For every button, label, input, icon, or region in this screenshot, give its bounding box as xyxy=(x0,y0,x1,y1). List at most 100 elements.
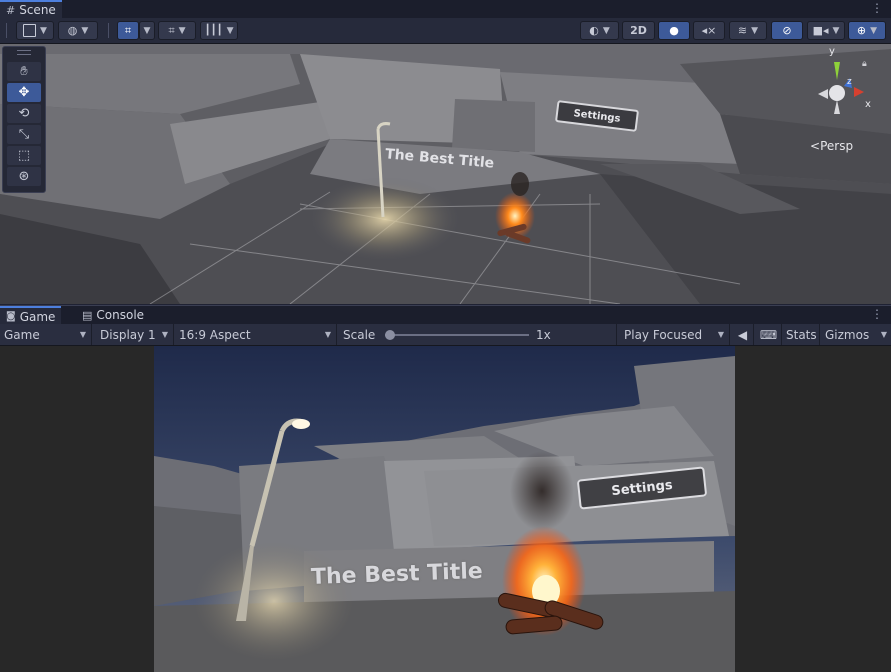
audio-muted-icon: ◂× xyxy=(701,24,717,37)
tab-console-label: Console xyxy=(96,308,145,322)
rect-icon: ⬚ xyxy=(17,148,31,163)
grid-icon: # xyxy=(6,3,16,17)
scale-tool[interactable]: ⤡ xyxy=(7,125,41,144)
transform-tool[interactable]: ⊛ xyxy=(7,167,41,186)
gizmo-z-label: z xyxy=(847,77,852,87)
game-render xyxy=(154,346,735,672)
stats-toggle[interactable]: Stats xyxy=(782,324,820,345)
persp-label-text: Persp xyxy=(820,139,854,153)
chevron-down-icon: ▼ xyxy=(226,25,234,36)
eye-hidden-icon: ⊘ xyxy=(782,24,792,37)
aspect-select[interactable]: 16:9 Aspect ▼ xyxy=(175,324,337,345)
play-mode-value: Play Focused xyxy=(624,327,703,342)
render-mode-dropdown[interactable]: ◐ ▼ xyxy=(580,21,619,40)
chevron-down-icon: ▼ xyxy=(717,330,724,339)
ruler-snap-dropdown[interactable]: ┃┃┃ ▼ xyxy=(200,21,238,40)
scene-tab-bar: # Scene ⋮ xyxy=(0,0,891,18)
tab-console[interactable]: ▤ Console xyxy=(76,306,150,324)
tab-game[interactable]: ◙ Game xyxy=(0,306,62,325)
rotate-tool[interactable]: ⟲ xyxy=(7,104,41,123)
rect-tool[interactable]: ⬚ xyxy=(7,146,41,165)
scale-slider-thumb[interactable] xyxy=(385,330,395,340)
game-tab-bar: ◙ Game ▤ Console ⋮ xyxy=(0,305,891,325)
grid-snap-icon: ⌗ xyxy=(124,23,132,37)
visibility-toggle[interactable]: ⊘ xyxy=(771,21,803,40)
display-select-value: Display 1 xyxy=(100,327,156,342)
play-mode-select[interactable]: Play Focused ▼ xyxy=(620,324,730,345)
scale-control: Scale 1x xyxy=(339,324,617,345)
game-viewport[interactable]: The Best Title Settings xyxy=(154,346,735,672)
tab-scene[interactable]: # Scene xyxy=(0,0,62,18)
mute-audio-toggle[interactable]: ◀︎ xyxy=(732,324,754,345)
ruler-icon: ┃┃┃ xyxy=(204,25,223,36)
hand-tool[interactable]: ✋︎ xyxy=(7,62,41,81)
scene-viewport[interactable]: The Best Title Settings y z x 🔒︎ xyxy=(0,44,891,304)
toggle-2d-label: 2D xyxy=(630,24,647,37)
gizmo-y-label: y xyxy=(829,46,835,57)
gizmos-dropdown[interactable]: ⊕ ▼ xyxy=(848,21,886,40)
scene-more-menu-icon[interactable]: ⋮ xyxy=(871,1,883,15)
lock-icon[interactable]: 🔒︎ xyxy=(862,59,867,69)
console-icon: ▤ xyxy=(82,308,93,322)
chevron-down-icon: ▼ xyxy=(880,330,887,339)
stats-label: Stats xyxy=(786,327,817,342)
camera-icon: ■◂ xyxy=(812,24,829,37)
game-toolbar: Game ▼ Display 1 ▼ 16:9 Aspect ▼ Scale 1x P… xyxy=(0,324,891,346)
scale-icon: ⤡ xyxy=(18,127,30,142)
gizmos-toggle[interactable]: Gizmos xyxy=(821,324,873,345)
display-select[interactable]: Display 1 ▼ xyxy=(96,324,174,345)
sphere-icon: ◐ xyxy=(589,24,599,37)
chevron-down-icon: ▼ xyxy=(602,25,610,36)
lighting-toggle[interactable]: ● xyxy=(658,21,690,40)
move-icon: ✥ xyxy=(18,85,30,100)
chevron-down-icon: ▼ xyxy=(178,25,186,36)
chevron-down-icon: ▼ xyxy=(161,330,168,339)
grid-snap-dropdown[interactable]: ▼ xyxy=(139,21,155,40)
toolbar-divider xyxy=(108,23,109,38)
gizmos-label: Gizmos xyxy=(825,327,870,342)
gamepad-icon: ◙ xyxy=(6,311,16,322)
chevron-down-icon: ▼ xyxy=(324,330,331,339)
move-tool[interactable]: ✥ xyxy=(7,83,41,102)
tab-scene-label: Scene xyxy=(19,3,56,17)
gizmos-dropdown-button[interactable]: ▼ xyxy=(873,324,891,345)
grid-snap-toggle[interactable]: ⌗ xyxy=(117,21,139,40)
chevron-down-icon: ▼ xyxy=(832,25,840,36)
layers-icon: ≋ xyxy=(737,24,748,37)
effects-dropdown[interactable]: ≋ ▼ xyxy=(729,21,767,40)
hand-icon: ✋︎ xyxy=(20,64,28,79)
transform-icon: ⊛ xyxy=(18,169,30,184)
toolbar-divider xyxy=(6,23,7,38)
view-select-value: Game xyxy=(4,327,40,342)
chevron-down-icon: ▼ xyxy=(751,25,759,36)
rotate-icon: ⟲ xyxy=(18,106,30,121)
overlay-drag-handle[interactable] xyxy=(17,50,31,55)
scene-toolbar: ▼ ◍ ▼ ⌗ ▼ ⌗ ▼ ┃┃┃ ▼ ◐ ▼ 2D ● ◂× ≋ ▼ ⊘ ■◂ ▼ ⊕ ▼ xyxy=(0,18,891,44)
pivot-mode-dropdown[interactable]: ◍ ▼ xyxy=(58,21,98,40)
aspect-select-value: 16:9 Aspect xyxy=(179,327,251,342)
keyboard-shortcuts-toggle[interactable]: ⌨︎ xyxy=(756,324,782,345)
persp-toggle[interactable]: <Persp xyxy=(810,139,853,153)
scale-value: 1x xyxy=(536,327,551,342)
scene-render xyxy=(0,44,891,304)
shaded-mode-icon xyxy=(23,24,37,37)
chevron-down-icon: ▼ xyxy=(79,330,86,339)
chevron-down-icon: ▼ xyxy=(870,25,878,36)
tools-overlay: ✋︎ ✥ ⟲ ⤡ ⬚ ⊛ xyxy=(2,46,46,193)
view-select[interactable]: Game ▼ xyxy=(0,324,92,345)
increment-snap-icon: ⌗ xyxy=(168,23,175,37)
speaker-icon: ◀︎ xyxy=(737,327,748,342)
chevron-down-icon: ▼ xyxy=(143,25,151,36)
camera-dropdown[interactable]: ■◂ ▼ xyxy=(807,21,845,40)
draw-mode-dropdown[interactable]: ▼ xyxy=(16,21,54,40)
scale-label: Scale xyxy=(343,327,376,342)
audio-toggle[interactable]: ◂× xyxy=(693,21,725,40)
toggle-2d-button[interactable]: 2D xyxy=(622,21,655,40)
gizmo-globe-icon: ⊕ xyxy=(856,24,867,37)
scale-slider[interactable] xyxy=(385,330,529,340)
chevron-down-icon: ▼ xyxy=(81,25,89,36)
keyboard-icon: ⌨︎ xyxy=(759,327,778,342)
persp-arrow-icon: < xyxy=(810,139,821,153)
increment-snap-dropdown[interactable]: ⌗ ▼ xyxy=(158,21,196,40)
game-more-menu-icon[interactable]: ⋮ xyxy=(871,307,883,321)
